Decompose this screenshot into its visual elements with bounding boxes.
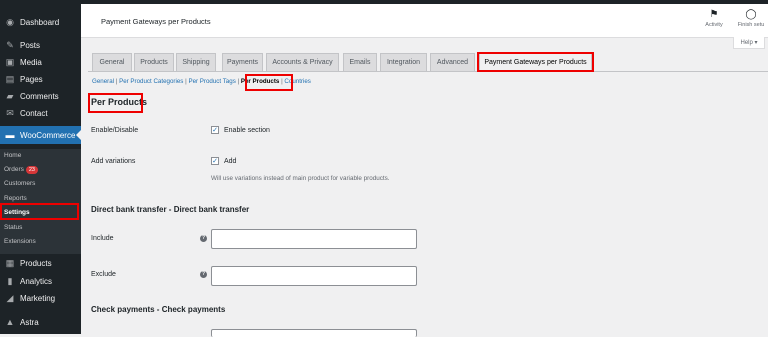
check-payments-heading: Check payments - Check payments (91, 305, 226, 314)
exclude-input[interactable] (211, 266, 417, 286)
include-label: Include (91, 235, 114, 242)
mail-icon: ✉ (6, 107, 14, 118)
sidebar-item-dashboard[interactable]: ◉ Dashboard (0, 13, 81, 31)
sidebar-item-products[interactable]: ▦ Products (0, 254, 81, 272)
pages-icon: ▤ (5, 73, 15, 84)
tab-accounts-privacy[interactable]: Accounts & Privacy (266, 53, 339, 71)
products-icon: ▦ (5, 257, 15, 268)
sidebar-item-contact[interactable]: ✉ Contact (0, 104, 81, 122)
section-link-per-product-categories[interactable]: Per Product Categories (119, 78, 183, 85)
section-title-highlight-box (88, 93, 143, 113)
woocommerce-submenu: Home Orders 23 Customers Reports Settings… (0, 149, 81, 254)
tab-payments[interactable]: Payments (222, 53, 263, 71)
comments-icon: ▰ (6, 90, 14, 101)
add-variations-label: Add variations (91, 158, 136, 165)
sidebar-item-marketing[interactable]: ◢ Marketing (0, 289, 81, 307)
orders-count-badge: 23 (25, 166, 38, 174)
sidebar-item-posts[interactable]: ✎ Posts (0, 36, 81, 54)
section-link-general[interactable]: General (92, 78, 114, 85)
submenu-orders[interactable]: Orders 23 (4, 166, 38, 174)
add-variations-description: Will use variations instead of main prod… (211, 175, 390, 182)
submenu-customers[interactable]: Customers (4, 180, 35, 187)
submenu-reports[interactable]: Reports (4, 195, 27, 202)
help-tab[interactable]: Help ▾ (733, 37, 765, 49)
activity-button[interactable]: ⚑ Activity (697, 9, 731, 28)
current-section-highlight-box (245, 74, 293, 91)
settings-highlight-box (0, 203, 79, 220)
megaphone-icon: ◢ (6, 292, 14, 303)
tab-products[interactable]: Products (134, 53, 174, 71)
submenu-status[interactable]: Status (4, 224, 22, 231)
bank-transfer-heading: Direct bank transfer - Direct bank trans… (91, 205, 250, 214)
tab-integration[interactable]: Integration (380, 53, 427, 71)
astra-icon: ▲ (5, 317, 15, 327)
sidebar-item-woocommerce[interactable]: ▬ WooCommerce (0, 126, 81, 144)
tab-general[interactable]: General (92, 53, 132, 71)
tabs-divider (88, 71, 768, 72)
page-title: Payment Gateways per Products (101, 17, 211, 26)
analytics-icon: ▮ (7, 275, 13, 286)
enable-section-checkbox[interactable]: ✓ (211, 126, 219, 134)
sidebar-item-analytics[interactable]: ▮ Analytics (0, 272, 81, 290)
help-tip-icon[interactable]: ? (200, 271, 207, 278)
admin-sidebar: ◉ Dashboard ✎ Posts ▣ Media ▤ Pages ▰ Comment… (0, 4, 81, 334)
dashboard-icon: ◉ (6, 16, 14, 27)
submenu-extensions[interactable]: Extensions (4, 238, 36, 245)
help-tip-icon[interactable]: ? (200, 235, 207, 242)
add-variations-checkbox[interactable]: ✓ (211, 157, 219, 165)
sidebar-item-astra[interactable]: ▲ Astra (0, 313, 81, 331)
section-link-per-product-tags[interactable]: Per Product Tags (188, 78, 235, 85)
sidebar-item-pages[interactable]: ▤ Pages (0, 70, 81, 88)
media-icon: ▣ (5, 56, 15, 67)
tab-shipping[interactable]: Shipping (176, 53, 216, 71)
enable-disable-label: Enable/Disable (91, 127, 139, 134)
pin-icon: ✎ (6, 39, 14, 50)
exclude-label: Exclude (91, 271, 116, 278)
current-menu-arrow (76, 130, 81, 140)
sidebar-item-comments[interactable]: ▰ Comments (0, 87, 81, 105)
enable-section-option[interactable]: ✓ Enable section (211, 126, 270, 134)
check-include-input[interactable] (211, 329, 417, 337)
page-header: Payment Gateways per Products ⚑ Activity … (81, 4, 768, 38)
active-tab-highlight-box (477, 52, 594, 72)
sidebar-item-media[interactable]: ▣ Media (0, 53, 81, 71)
tab-advanced[interactable]: Advanced (430, 53, 475, 71)
woo-icon: ▬ (5, 130, 15, 140)
submenu-home[interactable]: Home (4, 152, 21, 159)
add-variations-option[interactable]: ✓ Add (211, 157, 236, 165)
finish-setup-button[interactable]: ◯ Finish setu (734, 9, 768, 28)
include-input[interactable] (211, 229, 417, 249)
progress-circle-icon: ◯ (745, 9, 757, 20)
flag-icon: ⚑ (709, 9, 719, 20)
tab-emails[interactable]: Emails (343, 53, 377, 71)
